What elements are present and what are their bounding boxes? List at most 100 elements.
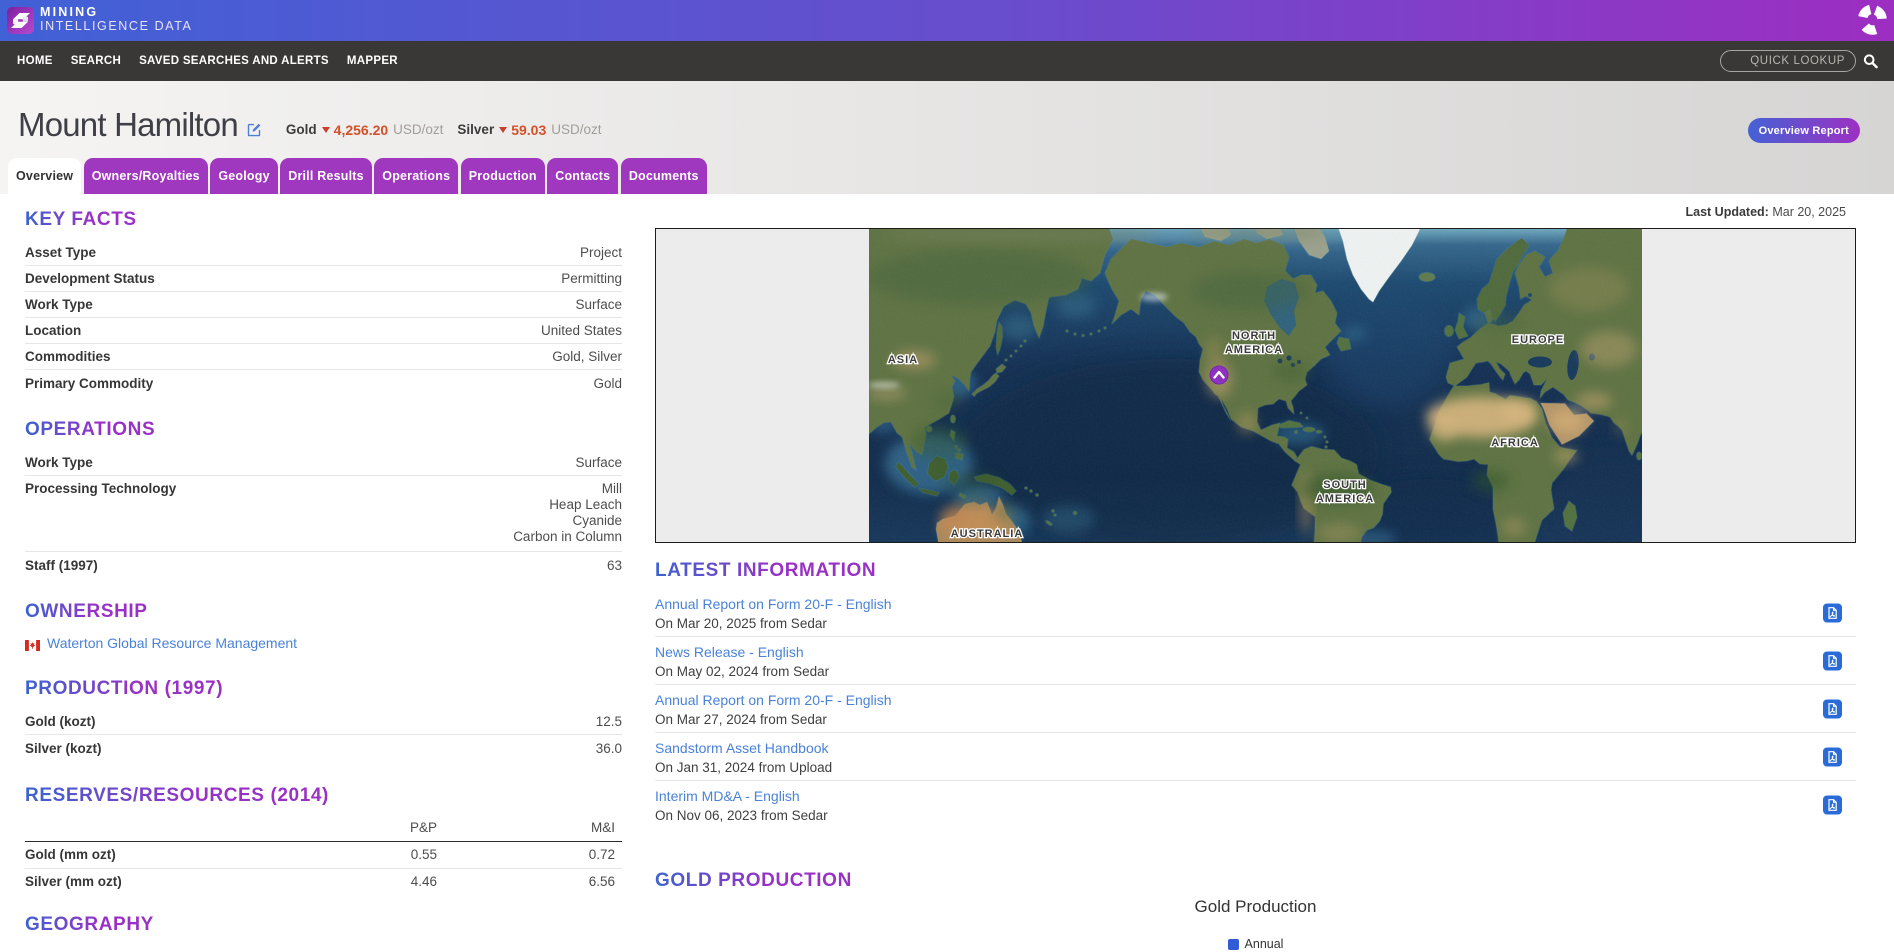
tab-geology[interactable]: Geology bbox=[210, 158, 278, 194]
operations-row: Work Type Surface bbox=[25, 450, 622, 476]
map-label-africa: AFRICA bbox=[1491, 437, 1539, 449]
gold-price: Gold 4,256.20 USD/ozt bbox=[286, 122, 444, 138]
map-label-south-america-1: SOUTH bbox=[1323, 479, 1367, 491]
row-value: 12.5 bbox=[595, 714, 622, 729]
list-item: Annual Report on Form 20-F - English On … bbox=[655, 685, 1856, 733]
row-label: Staff (1997) bbox=[25, 557, 98, 573]
tab-documents[interactable]: Documents bbox=[620, 158, 707, 194]
ownership-heading: OWNERSHIP bbox=[25, 601, 148, 622]
row-values: Mill Heap Leach Cyanide Carbon in Column bbox=[513, 481, 622, 545]
nav-item-search[interactable]: SEARCH bbox=[62, 55, 130, 67]
operations-row: Staff (1997) 63 bbox=[25, 552, 622, 578]
row-label: Silver (kozt) bbox=[25, 740, 102, 756]
gold-price-label: Gold bbox=[285, 122, 317, 137]
gold-price-unit: USD/ozt bbox=[393, 122, 444, 137]
owner-link[interactable]: Waterton Global Resource Management bbox=[47, 635, 297, 651]
key-facts-heading: KEY FACTS bbox=[25, 209, 137, 230]
last-updated-value: Mar 20, 2025 bbox=[1772, 205, 1846, 219]
row-value: Project bbox=[579, 245, 622, 260]
row-label: Processing Technology bbox=[25, 481, 177, 496]
row-value: Permitting bbox=[561, 271, 622, 286]
document-link[interactable]: News Release - English bbox=[655, 644, 804, 661]
row-value: Gold, Silver bbox=[552, 349, 622, 364]
key-facts-row: Work Type Surface bbox=[25, 292, 622, 318]
map-label-south-america-2: AMERICA bbox=[1316, 493, 1374, 505]
document-link[interactable]: Interim MD&A - English bbox=[655, 788, 800, 805]
geography-heading: GEOGRAPHY bbox=[25, 914, 154, 935]
edit-icon[interactable] bbox=[247, 122, 262, 137]
silver-price-down-icon bbox=[499, 126, 508, 133]
key-facts-table: Asset Type Project Development Status Pe… bbox=[25, 240, 622, 396]
row-value-mi: 0.72 bbox=[588, 847, 615, 863]
tab-production[interactable]: Production bbox=[460, 158, 545, 194]
tab-bar: Overview Owners/Royalties Geology Drill … bbox=[8, 158, 709, 194]
latest-information-heading: LATEST INFORMATION bbox=[655, 560, 877, 581]
nav-item-mapper[interactable]: MAPPER bbox=[338, 55, 407, 67]
chart-legend[interactable]: Annual bbox=[655, 937, 1856, 951]
canada-flag-icon bbox=[25, 638, 40, 651]
tab-overview[interactable]: Overview bbox=[8, 158, 82, 194]
row-value: 63 bbox=[606, 557, 622, 573]
key-facts-row: Commodities Gold, Silver bbox=[25, 344, 622, 370]
row-label: Work Type bbox=[25, 455, 93, 470]
processing-value: Cyanide bbox=[572, 513, 622, 528]
last-updated: Last Updated: Mar 20, 2025 bbox=[655, 205, 1856, 219]
search-icon[interactable] bbox=[1863, 54, 1878, 69]
row-label: Commodities bbox=[25, 349, 111, 364]
main-nav-list: HOME SEARCH SAVED SEARCHES AND ALERTS MA… bbox=[8, 55, 407, 67]
gold-production-heading: GOLD PRODUCTION bbox=[655, 870, 852, 891]
document-link[interactable]: Annual Report on Form 20-F - English bbox=[655, 692, 892, 709]
production-row: Gold (kozt) 12.5 bbox=[25, 709, 622, 735]
tab-drill-results[interactable]: Drill Results bbox=[280, 158, 372, 194]
title-row: Mount Hamilton Gold 4,256.20 USD/ozt Sil… bbox=[18, 102, 602, 148]
left-column: KEY FACTS Asset Type Project Development… bbox=[25, 194, 622, 951]
quick-lookup-input[interactable] bbox=[1720, 50, 1856, 72]
row-label: Asset Type bbox=[25, 245, 97, 260]
tab-owners-royalties[interactable]: Owners/Royalties bbox=[83, 158, 208, 194]
world-map-svg: ASIA NORTH AMERICA EUROPE AFRICA SOUTH A… bbox=[869, 229, 1642, 542]
operations-heading: OPERATIONS bbox=[25, 419, 156, 440]
widget-flower-icon[interactable] bbox=[1856, 3, 1889, 36]
nav-item-home[interactable]: HOME bbox=[8, 55, 62, 67]
pdf-icon[interactable] bbox=[1823, 747, 1842, 766]
chart-title: Gold Production bbox=[1194, 897, 1317, 916]
key-facts-row: Location United States bbox=[25, 318, 622, 344]
nav-item-saved-searches[interactable]: SAVED SEARCHES AND ALERTS bbox=[130, 55, 338, 67]
world-map[interactable]: ASIA NORTH AMERICA EUROPE AFRICA SOUTH A… bbox=[655, 228, 1856, 543]
document-meta: On Nov 06, 2023 from Sedar bbox=[655, 808, 828, 823]
silver-price: Silver 59.03 USD/ozt bbox=[457, 122, 601, 138]
pdf-icon[interactable] bbox=[1823, 603, 1842, 622]
tab-contacts[interactable]: Contacts bbox=[547, 158, 619, 194]
latest-information-list: Annual Report on Form 20-F - English On … bbox=[655, 589, 1856, 829]
legend-label: Annual bbox=[1244, 937, 1284, 951]
document-link[interactable]: Sandstorm Asset Handbook bbox=[655, 740, 829, 757]
column-header-pp: P&P bbox=[409, 820, 437, 835]
overview-report-button[interactable]: Overview Report bbox=[1747, 118, 1860, 143]
map-marker[interactable] bbox=[1209, 365, 1229, 385]
map-label-north-america-1: NORTH bbox=[1232, 330, 1276, 342]
row-label: Development Status bbox=[25, 271, 155, 286]
row-value: Surface bbox=[575, 455, 622, 470]
silver-price-unit: USD/ozt bbox=[551, 122, 602, 137]
reserves-row: Silver (mm ozt) 4.46 6.56 bbox=[25, 869, 622, 896]
top-banner: MINING INTELLIGENCE DATA bbox=[0, 0, 1894, 41]
row-value-pp: 4.46 bbox=[410, 874, 437, 890]
map-label-australia: AUSTRALIA bbox=[951, 528, 1024, 540]
list-item: Sandstorm Asset Handbook On Jan 31, 2024… bbox=[655, 733, 1856, 781]
map-texture bbox=[869, 229, 1642, 542]
pdf-icon[interactable] bbox=[1823, 795, 1842, 815]
page-header: Mount Hamilton Gold 4,256.20 USD/ozt Sil… bbox=[0, 81, 1894, 194]
key-facts-row: Primary Commodity Gold bbox=[25, 370, 622, 396]
document-link[interactable]: Annual Report on Form 20-F - English bbox=[655, 596, 892, 613]
column-header-mi: M&I bbox=[590, 820, 615, 835]
pdf-icon[interactable] bbox=[1823, 651, 1842, 670]
gold-price-down-icon bbox=[321, 126, 330, 133]
pdf-icon[interactable] bbox=[1823, 699, 1842, 718]
document-meta: On Jan 31, 2024 from Upload bbox=[655, 760, 833, 775]
tab-operations[interactable]: Operations bbox=[374, 158, 459, 194]
list-item: Annual Report on Form 20-F - English On … bbox=[655, 589, 1856, 637]
document-meta: On Mar 20, 2025 from Sedar bbox=[655, 616, 827, 631]
brand-logo-icon[interactable] bbox=[7, 7, 34, 34]
owner-row: Waterton Global Resource Management bbox=[25, 635, 622, 651]
map-label-asia: ASIA bbox=[888, 354, 918, 366]
